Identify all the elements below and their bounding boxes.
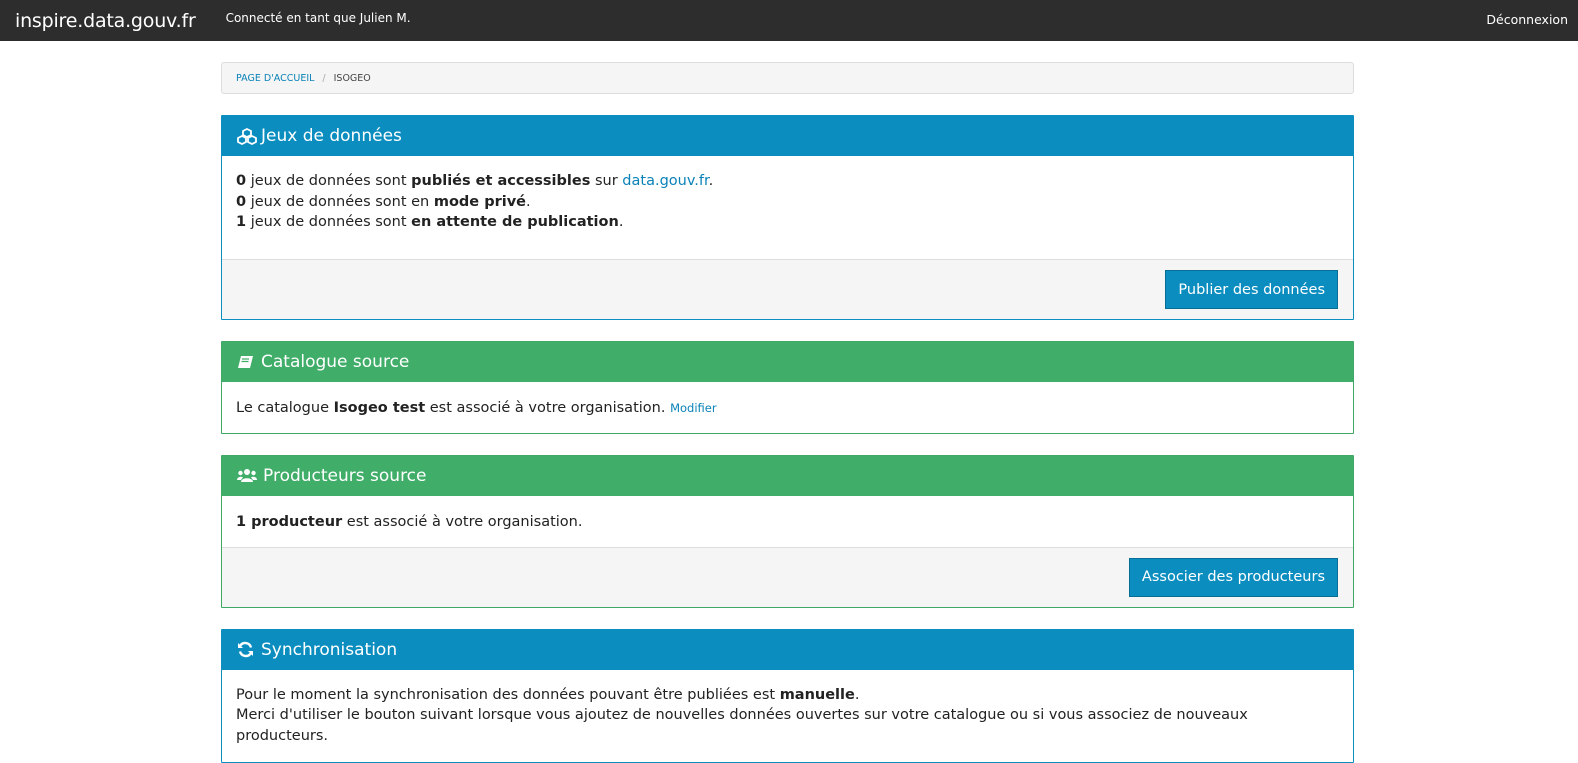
breadcrumb-home-link[interactable]: PAGE D'ACCUEIL: [236, 73, 314, 84]
catalog-panel-body: Le catalogue Isogeo test est associé à v…: [222, 382, 1353, 433]
private-strong: mode privé: [433, 193, 526, 210]
producers-panel-title: Producteurs source: [263, 465, 427, 486]
book-icon: [237, 353, 257, 371]
publish-data-button[interactable]: Publier des données: [1165, 270, 1338, 310]
main-content: PAGE D'ACCUEIL / ISOGEO Jeux de données …: [221, 62, 1354, 763]
datasets-panel-body: 0 jeux de données sont publiés et access…: [222, 156, 1353, 259]
pending-text: jeux de données sont: [246, 214, 412, 231]
published-count: 0: [236, 173, 247, 189]
published-mid: sur: [590, 173, 623, 189]
breadcrumb-current: ISOGEO: [333, 72, 371, 84]
top-navbar: inspire.data.gouv.fr Connecté en tant qu…: [0, 0, 1578, 41]
published-text: jeux de données sont: [246, 173, 412, 189]
catalog-name: Isogeo test: [333, 400, 426, 417]
breadcrumb-separator: /: [322, 72, 326, 84]
sync-panel-title: Synchronisation: [261, 639, 398, 660]
published-end: .: [708, 173, 714, 189]
sync-manual-strong: manuelle: [779, 686, 855, 703]
sync-line-2: Merci d'utiliser le bouton suivant lorsq…: [236, 707, 1248, 744]
datasets-panel-heading: Jeux de données: [222, 116, 1353, 156]
producers-panel-body: 1 producteur est associé à votre organis…: [222, 496, 1353, 547]
producers-count: 1 producteur: [236, 513, 343, 530]
catalog-prefix: Le catalogue: [236, 400, 334, 417]
users-icon: [237, 467, 259, 485]
datasets-published-line: 0 jeux de données sont publiés et access…: [236, 171, 1339, 192]
catalog-suffix: est associé à votre organisation.: [425, 400, 671, 417]
pending-count: 1: [236, 214, 247, 231]
connected-user-text: Connecté en tant que Julien M.: [225, 10, 411, 25]
edit-catalog-link[interactable]: Modifier: [670, 401, 717, 415]
producers-panel-footer: Associer des producteurs: [222, 546, 1353, 607]
private-text: jeux de données sont en: [246, 193, 434, 210]
cubes-icon: [237, 127, 257, 145]
sync-line-1-text: Pour le moment la synchronisation des do…: [236, 686, 780, 703]
associate-producers-button[interactable]: Associer des producteurs: [1128, 557, 1338, 597]
pending-strong: en attente de publication: [411, 214, 619, 231]
datasets-private-line: 0 jeux de données sont en mode privé.: [236, 192, 1339, 213]
datasets-panel: Jeux de données 0 jeux de données sont p…: [221, 115, 1354, 321]
datasets-panel-title: Jeux de données: [261, 126, 402, 146]
datagouv-link[interactable]: data.gouv.fr: [622, 173, 708, 189]
published-strong: publiés et accessibles: [411, 173, 591, 189]
producers-suffix: est associé à votre organisation.: [342, 513, 583, 530]
private-count: 0: [236, 193, 247, 210]
sync-line-1: Pour le moment la synchronisation des do…: [236, 685, 1339, 706]
breadcrumb: PAGE D'ACCUEIL / ISOGEO: [221, 62, 1354, 94]
sync-panel-body: Pour le moment la synchronisation des do…: [222, 670, 1353, 762]
catalog-panel-title: Catalogue source: [261, 352, 410, 373]
private-end: .: [525, 193, 531, 210]
refresh-icon: [237, 641, 257, 659]
sync-line-1-end: .: [854, 686, 860, 703]
sync-panel-heading: Synchronisation: [222, 629, 1353, 670]
logout-link[interactable]: Déconnexion: [1486, 12, 1568, 27]
pending-end: .: [618, 214, 624, 231]
sync-panel: Synchronisation Pour le moment la synchr…: [221, 628, 1354, 763]
producers-panel: Producteurs source 1 producteur est asso…: [221, 454, 1354, 608]
datasets-panel-footer: Publier des données: [222, 259, 1353, 320]
datasets-pending-line: 1 jeux de données sont en attente de pub…: [236, 212, 1339, 233]
brand-logo[interactable]: inspire.data.gouv.fr: [15, 10, 196, 32]
producers-panel-heading: Producteurs source: [222, 455, 1353, 496]
catalog-panel-heading: Catalogue source: [222, 342, 1353, 383]
catalog-panel: Catalogue source Le catalogue Isogeo tes…: [221, 341, 1354, 434]
